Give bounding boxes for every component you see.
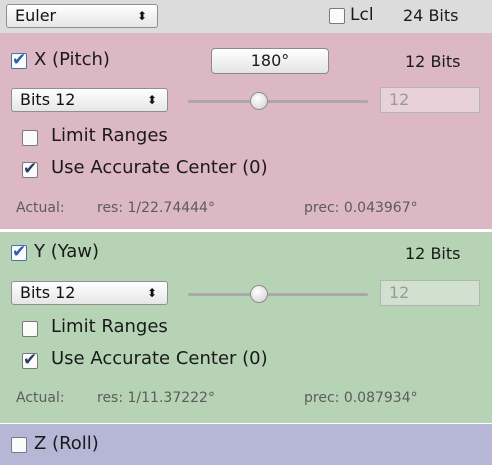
x-accurate-center-label: Use Accurate Center (0) [51, 157, 268, 178]
x-resolution: res: 1/22.74444° [97, 200, 215, 216]
x-limit-ranges-label: Limit Ranges [51, 125, 168, 146]
y-axis-section: Y (Yaw) 12 Bits Bits 12 ⬍ 12 Limit Range… [0, 232, 492, 423]
y-bits-value: Bits 12 [20, 283, 76, 302]
x-limit-ranges-checkbox[interactable] [22, 130, 38, 146]
lcl-label: Lcl [350, 5, 374, 25]
y-bits-dropdown[interactable]: Bits 12 ⬍ [11, 281, 168, 305]
dropdown-arrow-icon: ⬍ [136, 9, 147, 23]
x-bits-slider-track[interactable] [188, 100, 368, 103]
y-accurate-center-checkbox[interactable] [22, 350, 38, 370]
y-resolution: res: 1/11.37222° [97, 390, 215, 406]
x-actual-label: Actual: [16, 200, 65, 216]
y-actual-label: Actual: [16, 390, 65, 406]
dropdown-arrow-icon: ⬍ [146, 286, 157, 300]
y-precision: prec: 0.087934° [304, 390, 418, 406]
rotation-mode-dropdown[interactable]: Euler ⬍ [6, 4, 158, 28]
z-axis-enabled-checkbox[interactable] [11, 437, 27, 453]
z-axis-label: Z (Roll) [34, 433, 99, 454]
x-axis-section: X (Pitch) 180° 12 Bits Bits 12 ⬍ 12 Limi… [0, 33, 492, 229]
z-axis-section: Z (Roll) [0, 424, 492, 465]
y-axis-enabled-checkbox[interactable] [11, 242, 27, 262]
x-axis-bits: 12 Bits [405, 52, 461, 71]
y-axis-bits: 12 Bits [405, 244, 461, 263]
rotation-mode-value: Euler [15, 6, 57, 25]
x-bits-slider-thumb[interactable] [250, 92, 268, 110]
lcl-checkbox[interactable] [329, 8, 345, 24]
x-precision: prec: 0.043967° [304, 200, 418, 216]
y-limit-ranges-checkbox[interactable] [22, 321, 38, 337]
y-accurate-center-label: Use Accurate Center (0) [51, 348, 268, 369]
x-axis-enabled-checkbox[interactable] [11, 50, 27, 70]
y-limit-ranges-label: Limit Ranges [51, 316, 168, 337]
y-axis-label: Y (Yaw) [34, 241, 100, 262]
dropdown-arrow-icon: ⬍ [146, 93, 157, 107]
x-bits-field[interactable]: 12 [380, 87, 480, 113]
y-bits-slider-track[interactable] [188, 293, 368, 296]
flip-180-button[interactable]: 180° [211, 48, 329, 74]
y-bits-field[interactable]: 12 [380, 280, 480, 306]
y-bits-slider-thumb[interactable] [250, 285, 268, 303]
total-bits: 24 Bits [403, 6, 459, 25]
rotation-header: Euler ⬍ Lcl 24 Bits [0, 0, 492, 33]
x-bits-dropdown[interactable]: Bits 12 ⬍ [11, 88, 168, 112]
x-axis-label: X (Pitch) [34, 49, 110, 70]
x-accurate-center-checkbox[interactable] [22, 159, 38, 179]
x-bits-value: Bits 12 [20, 90, 76, 109]
